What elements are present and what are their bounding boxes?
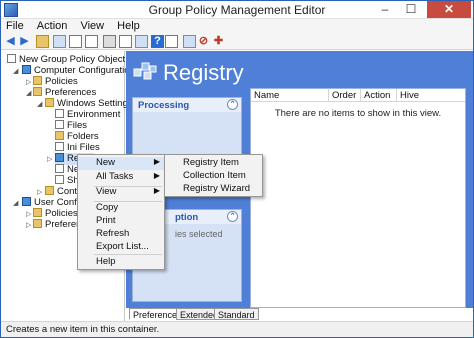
gpo-icon [7, 54, 16, 63]
collapse-icon[interactable]: ◢ [13, 67, 18, 75]
menu-view[interactable]: View [75, 19, 109, 33]
files-icon [55, 120, 64, 129]
expand-icon[interactable]: ▷ [37, 188, 42, 196]
menu-file[interactable]: File [1, 19, 29, 33]
toolbar: ◀ ▶ ? ⊘ ✚ [1, 34, 473, 50]
column-order[interactable]: Order [329, 89, 361, 102]
menu-separator [94, 254, 162, 255]
submenu-arrow-icon: ▶ [153, 186, 160, 195]
menu-bar: File Action View Help [1, 19, 473, 34]
expand-icon[interactable]: ▷ [47, 155, 52, 163]
list-icon[interactable] [119, 35, 132, 48]
menu-item-export-list[interactable]: Export List... [78, 241, 164, 254]
registry-icon [55, 153, 64, 162]
menu-item-copy[interactable]: Copy [78, 202, 164, 215]
forward-icon[interactable]: ▶ [18, 35, 31, 48]
submenu-arrow-icon: ▶ [153, 157, 160, 166]
submenu-item-collection-item[interactable]: Collection Item [165, 170, 262, 183]
print-icon[interactable] [103, 35, 116, 48]
collapse-icon[interactable]: ◢ [13, 199, 18, 207]
column-hive[interactable]: Hive [397, 89, 465, 102]
new-submenu: Registry Item Collection Item Registry W… [164, 154, 263, 197]
close-button[interactable]: ✕ [427, 1, 471, 18]
folder-icon [45, 98, 54, 107]
help-icon[interactable]: ? [151, 35, 164, 48]
registry-cubes-icon [133, 62, 157, 80]
registry-header: Registry [126, 51, 473, 91]
title-bar: Group Policy Management Editor – ☐ ✕ [1, 1, 473, 19]
expand-icon[interactable]: ▷ [26, 221, 31, 229]
folder-icon [45, 186, 54, 195]
tab-standard[interactable]: Standard [214, 308, 259, 320]
menu-item-print[interactable]: Print [78, 215, 164, 228]
view-icon[interactable] [165, 35, 178, 48]
minimize-button[interactable]: – [373, 1, 397, 18]
ini-file-icon [55, 142, 64, 151]
menu-item-refresh[interactable]: Refresh [78, 228, 164, 241]
folder-icon [33, 87, 42, 96]
maximize-button[interactable]: ☐ [399, 1, 423, 18]
network-icon [55, 164, 64, 173]
menu-item-view[interactable]: View ▶ [78, 186, 164, 199]
registry-list-view[interactable]: Name Order Action Hive There are no item… [250, 88, 466, 308]
collapse-icon[interactable]: ◢ [37, 100, 42, 108]
window: Group Policy Management Editor – ☐ ✕ Fil… [0, 0, 474, 338]
collapse-chevron-icon[interactable]: ⌃ [227, 211, 238, 222]
stop-icon[interactable]: ⊘ [197, 35, 210, 48]
status-bar: Creates a new item in this container. [1, 321, 473, 337]
collapse-icon[interactable]: ◢ [26, 89, 31, 97]
folder-icon[interactable] [36, 35, 49, 48]
user-icon [22, 197, 31, 206]
folder-icon [33, 208, 42, 217]
registry-title: Registry [163, 60, 244, 85]
status-text: Creates a new item in this container. [6, 324, 160, 335]
back-icon[interactable]: ◀ [4, 35, 17, 48]
context-menu: New ▶ All Tasks ▶ View ▶ Copy Print Refresh… [77, 154, 165, 270]
folder-icon [55, 131, 64, 140]
submenu-arrow-icon: ▶ [153, 171, 160, 180]
add-icon[interactable]: ✚ [212, 35, 225, 48]
submenu-item-registry-item[interactable]: Registry Item [165, 157, 262, 170]
empty-list-message: There are no items to show in this view. [274, 108, 442, 119]
menu-item-help[interactable]: Help [78, 256, 164, 269]
environment-icon [55, 109, 64, 118]
shortcut-icon [55, 175, 64, 184]
processing-header: Processing ⌃ [133, 98, 241, 112]
column-name[interactable]: Name [251, 89, 329, 102]
column-action[interactable]: Action [361, 89, 397, 102]
copy-icon[interactable] [183, 35, 196, 48]
show-hide-tree-icon[interactable] [53, 35, 66, 48]
bottom-tabs: Preferences Extended Standard [126, 308, 473, 321]
menu-action[interactable]: Action [32, 19, 73, 33]
menu-item-new[interactable]: New ▶ [78, 157, 164, 170]
collapse-chevron-icon[interactable]: ⌃ [227, 99, 238, 110]
expand-icon[interactable]: ▷ [26, 210, 31, 218]
list-header: Name Order Action Hive [251, 89, 465, 102]
folder-icon [33, 219, 42, 228]
expand-icon[interactable]: ▷ [26, 78, 31, 86]
folder-icon [33, 76, 42, 85]
details-icon[interactable] [135, 35, 148, 48]
menu-item-all-tasks[interactable]: All Tasks ▶ [78, 171, 164, 184]
submenu-item-registry-wizard[interactable]: Registry Wizard [165, 183, 262, 196]
properties-icon[interactable] [69, 35, 82, 48]
computer-icon [22, 65, 31, 74]
menu-help[interactable]: Help [112, 19, 145, 33]
export-icon[interactable] [85, 35, 98, 48]
